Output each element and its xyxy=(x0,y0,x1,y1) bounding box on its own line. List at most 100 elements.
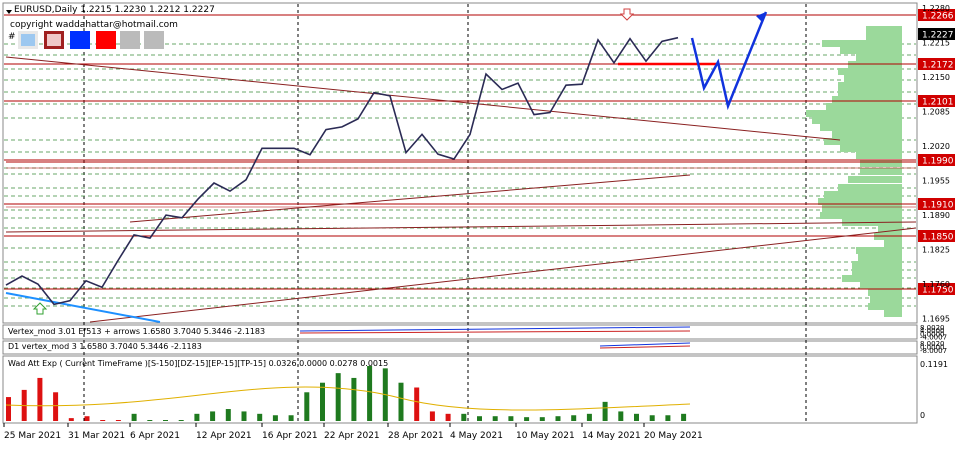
volume-profile-bar xyxy=(856,54,902,61)
chart-canvas[interactable]: 1.22661.22271.21721.21011.19901.19101.18… xyxy=(0,0,960,448)
price-label: 1.2172 xyxy=(922,61,954,71)
wad-bar xyxy=(68,418,74,421)
volume-profile-bar xyxy=(848,176,902,183)
wad-bar xyxy=(320,382,325,421)
wad-bar xyxy=(335,373,341,421)
price-axis-tick: 1.1955 xyxy=(922,177,950,186)
volume-profile-bar xyxy=(832,131,902,138)
time-label: 16 Apr 2021 xyxy=(262,431,318,441)
symbol-header: EURUSD,Daily 1.2215 1.2230 1.2212 1.2227 xyxy=(14,5,215,15)
volume-profile-bar xyxy=(866,33,902,40)
price-axis-tick: 1.2020 xyxy=(922,142,950,151)
hash-mark: # xyxy=(8,32,16,42)
volume-profile-bar xyxy=(832,96,902,103)
wad-bar xyxy=(429,411,435,421)
time-label: 31 Mar 2021 xyxy=(68,431,125,441)
time-label: 10 May 2021 xyxy=(516,431,575,441)
wad-bar xyxy=(351,377,357,421)
right-axis: 1.22661.22271.21721.21011.19901.19101.18… xyxy=(918,4,955,420)
volume-profile-bar xyxy=(860,168,902,175)
wad-bar xyxy=(194,413,200,421)
volume-profile-bar xyxy=(860,160,902,167)
volume-profile-bar xyxy=(838,184,902,191)
price-axis-tick: 1.2085 xyxy=(922,108,950,117)
wad-bar xyxy=(272,415,278,421)
wad-bar xyxy=(477,416,482,421)
volume-profile-bar xyxy=(868,303,902,310)
volume-profile-bar xyxy=(852,261,902,268)
wad-bar xyxy=(100,420,106,421)
wad-bar xyxy=(524,417,530,421)
wad-axis-tick: 0.1191 xyxy=(920,360,948,369)
time-label: 25 Mar 2021 xyxy=(4,431,61,441)
volume-profile-bar xyxy=(826,103,902,110)
volume-profile-bar xyxy=(842,275,902,282)
wad-bar xyxy=(210,411,216,421)
wad-bar xyxy=(6,397,11,421)
volume-profile-bar xyxy=(806,110,902,117)
wad-bar xyxy=(53,392,59,421)
wad-bar xyxy=(147,420,153,421)
price-axis-tick: 1.2215 xyxy=(922,39,950,48)
color-swatch-gray-2[interactable] xyxy=(144,31,164,49)
volume-profile-bar xyxy=(844,75,902,82)
wad-bar xyxy=(508,416,514,421)
price-axis-tick: 1.1825 xyxy=(922,246,950,255)
color-swatch-red[interactable] xyxy=(96,31,116,49)
time-label: 4 May 2021 xyxy=(450,431,503,441)
color-swatch-light-red[interactable] xyxy=(44,31,64,49)
volume-profile-bar xyxy=(824,138,902,145)
wad-panel-label: Wad Att Exp ( Current TimeFrame )[S-150]… xyxy=(8,359,389,368)
volume-profile-bar xyxy=(866,26,902,33)
wad-bar xyxy=(602,401,608,421)
price-axis-tick: 1.2150 xyxy=(922,73,950,82)
price-label: 1.1990 xyxy=(922,157,954,167)
vertex-panel-1-label: Vertex_mod 3.01 Ef513 + arrows 1.6580 3.… xyxy=(8,327,266,336)
volume-profile-bar xyxy=(822,40,902,47)
wad-bar xyxy=(163,420,168,421)
chart-window[interactable]: 1.2266 1.2227 1.2172 1.2101 1.1990 1.1910 1.18… xyxy=(0,0,960,448)
wad-bar xyxy=(681,413,687,421)
wad-bar xyxy=(649,415,655,421)
price-axis-tick: 1.1890 xyxy=(922,211,950,220)
volume-profile-bar xyxy=(856,152,902,159)
volume-profile-bar xyxy=(820,124,902,131)
wad-bar xyxy=(367,365,373,421)
wad-bar xyxy=(539,417,545,421)
volume-profile-bar xyxy=(858,254,902,261)
wad-bar xyxy=(665,415,671,421)
time-label: 22 Apr 2021 xyxy=(324,431,380,441)
wad-bar xyxy=(131,413,137,421)
color-swatch-blue[interactable] xyxy=(70,31,90,49)
volume-profile-bar xyxy=(820,212,902,219)
volume-profile-bar xyxy=(838,89,902,96)
vertex-2-tick: -8.0007 xyxy=(920,347,947,355)
main-panel-frame xyxy=(2,2,918,324)
color-swatch-light-blue[interactable] xyxy=(18,31,38,49)
wad-bar xyxy=(461,413,467,421)
volume-profile-bar xyxy=(824,191,902,198)
wad-bar xyxy=(115,420,121,421)
volume-profile-bar xyxy=(856,247,902,254)
price-axis-tick: 1.1760 xyxy=(922,280,950,289)
wad-bar xyxy=(225,409,231,421)
volume-profile-bar xyxy=(840,145,902,152)
wad-bar xyxy=(618,411,624,421)
wad-bar xyxy=(241,411,247,421)
volume-profile-bar xyxy=(822,205,902,212)
price-label: 1.2266 xyxy=(922,12,954,22)
wad-bar xyxy=(398,382,404,421)
wad-bar xyxy=(492,416,498,421)
wad-bar xyxy=(445,413,451,421)
color-swatch-gray-1[interactable] xyxy=(120,31,140,49)
volume-profile-bar xyxy=(860,282,902,289)
wad-bar xyxy=(634,413,639,421)
volume-profile-bar xyxy=(868,289,902,296)
time-label: 20 May 2021 xyxy=(644,431,703,441)
time-axis: 25 Mar 2021 31 Mar 2021 6 Apr 2021 12 Apr 2… xyxy=(3,423,703,441)
copyright-text: copyright waddahattar@hotmail.com xyxy=(10,20,178,30)
volume-profile-bar xyxy=(838,82,902,89)
wad-bar xyxy=(304,392,310,421)
wad-bar xyxy=(257,413,263,421)
time-label: 6 Apr 2021 xyxy=(130,431,180,441)
